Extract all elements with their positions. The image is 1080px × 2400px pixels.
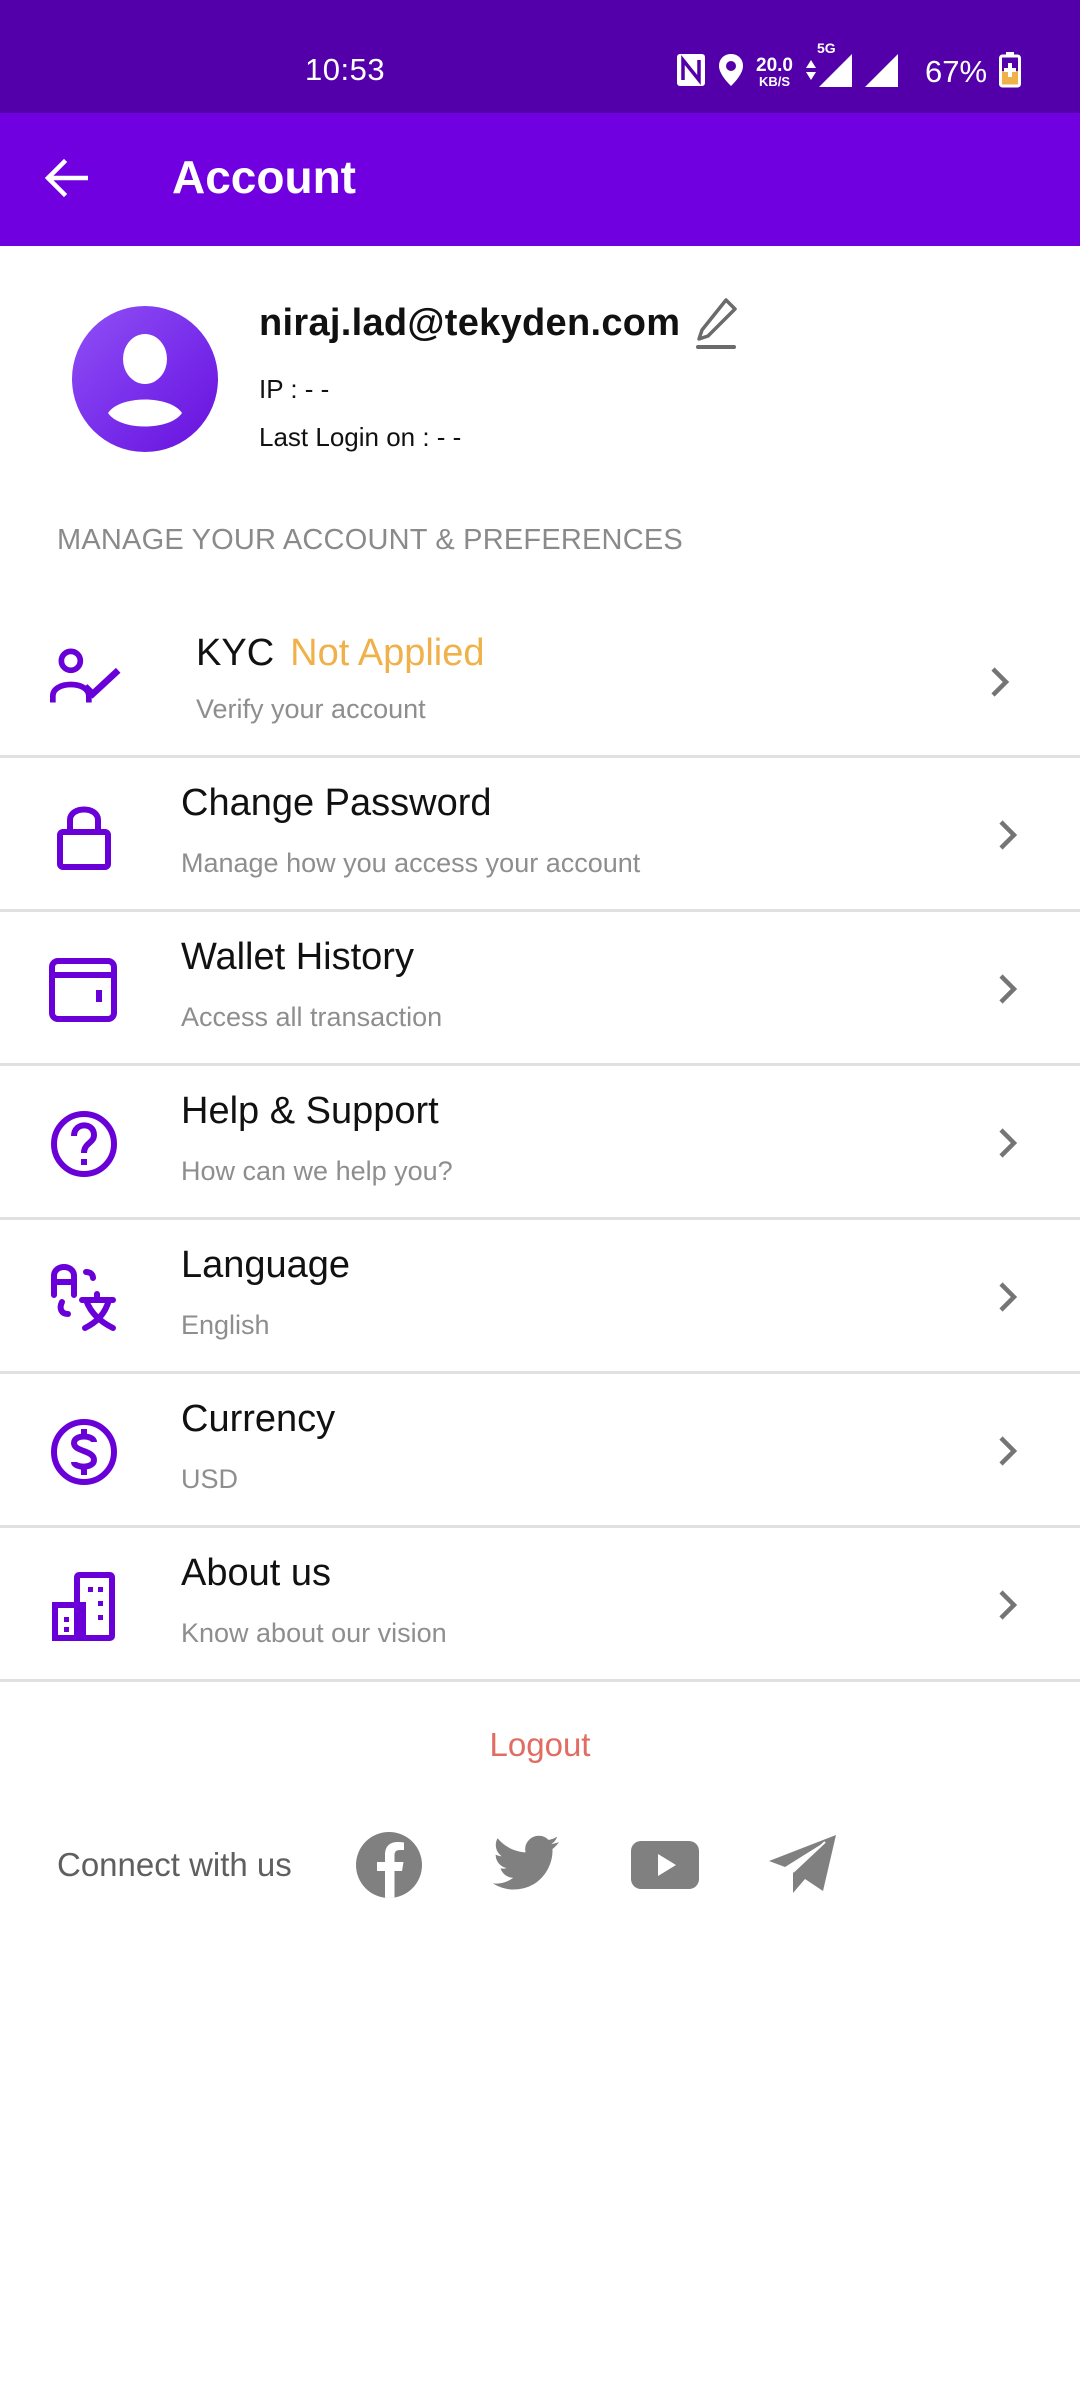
translate-icon xyxy=(48,1262,120,1334)
menu-title: KYC Not Applied xyxy=(196,632,485,675)
lock-icon xyxy=(48,800,120,872)
chevron-right-icon xyxy=(990,1121,1026,1165)
last-login: Last Login on : - - xyxy=(259,422,462,452)
kyc-label: KYC xyxy=(196,632,275,674)
status-icons: 20.0 KB/S 5G 67% xyxy=(676,40,1033,94)
net-speed: 20.0 KB/S xyxy=(756,56,793,88)
facebook-link[interactable] xyxy=(354,1830,424,1900)
chevron-right-icon xyxy=(990,813,1026,857)
twitter-link[interactable] xyxy=(492,1830,562,1900)
telegram-icon xyxy=(768,1835,836,1893)
status-bar: 10:53 20.0 KB/S 5G 67% xyxy=(0,0,1080,113)
logout-row: Logout xyxy=(0,1726,1080,1764)
kyc-status-badge: Not Applied xyxy=(290,632,485,674)
facebook-icon xyxy=(355,1832,422,1898)
menu-title: Currency xyxy=(181,1398,336,1440)
nfc-icon xyxy=(676,53,706,92)
telegram-link[interactable] xyxy=(768,1830,838,1900)
connect-label: Connect with us xyxy=(57,1846,292,1883)
email-row: niraj.lad@tekyden.com xyxy=(259,296,742,350)
menu-item-help-support[interactable]: Help & Support How can we help you? xyxy=(0,1066,1080,1220)
ip-address: IP : - - xyxy=(259,374,330,404)
edit-profile-button[interactable] xyxy=(692,296,742,350)
menu-item-wallet-history[interactable]: Wallet History Access all transaction xyxy=(0,912,1080,1066)
signal-5g-icon: 5G xyxy=(817,40,853,93)
menu-subtitle: English xyxy=(181,1310,270,1340)
help-circle-icon xyxy=(48,1108,120,1180)
twitter-icon xyxy=(492,1835,559,1890)
network-type: 5G xyxy=(816,39,836,56)
chevron-right-icon xyxy=(990,1429,1026,1473)
location-icon xyxy=(718,53,744,92)
menu-item-kyc[interactable]: KYC Not Applied Verify your account xyxy=(0,600,1080,758)
chevron-right-icon xyxy=(990,1583,1026,1627)
youtube-link[interactable] xyxy=(630,1830,700,1900)
menu-title: About us xyxy=(181,1552,331,1594)
menu-subtitle: How can we help you? xyxy=(181,1156,453,1186)
menu-title: Language xyxy=(181,1244,351,1286)
user-check-icon xyxy=(50,640,122,712)
menu-item-change-password[interactable]: Change Password Manage how you access yo… xyxy=(0,758,1080,912)
menu-subtitle: USD xyxy=(181,1464,239,1494)
avatar[interactable] xyxy=(72,306,218,452)
back-button[interactable] xyxy=(36,155,96,205)
connect-with-us: Connect with us xyxy=(57,1830,906,1900)
app-bar: Account xyxy=(0,113,1080,246)
menu-subtitle: Manage how you access your account xyxy=(181,848,641,878)
menu-subtitle: Access all transaction xyxy=(181,1002,443,1032)
dollar-circle-icon xyxy=(48,1416,120,1488)
menu-subtitle: Know about our vision xyxy=(181,1618,447,1648)
logout-button[interactable]: Logout xyxy=(490,1726,591,1763)
chevron-right-icon xyxy=(990,967,1026,1011)
building-icon xyxy=(48,1570,120,1642)
youtube-icon xyxy=(630,1841,699,1889)
chevron-right-icon xyxy=(990,1275,1026,1319)
section-header: MANAGE YOUR ACCOUNT & PREFERENCES xyxy=(57,524,683,556)
net-speed-unit: KB/S xyxy=(758,74,791,89)
chevron-right-icon xyxy=(982,660,1018,704)
menu-item-currency[interactable]: Currency USD xyxy=(0,1374,1080,1528)
battery-charging-icon xyxy=(999,51,1022,93)
menu-title: Change Password xyxy=(181,782,492,824)
user-avatar-icon xyxy=(108,334,182,427)
wallet-icon xyxy=(48,954,120,1026)
data-arrows-icon xyxy=(805,57,817,88)
signal-icon xyxy=(864,52,899,93)
user-email: niraj.lad@tekyden.com xyxy=(259,301,681,344)
page-title: Account xyxy=(172,151,356,203)
menu-item-language[interactable]: Language English xyxy=(0,1220,1080,1374)
net-speed-value: 20.0 xyxy=(756,55,793,76)
arrow-left-icon xyxy=(44,158,89,203)
status-time: 10:53 xyxy=(305,52,386,87)
pencil-icon xyxy=(696,298,738,349)
menu-title: Help & Support xyxy=(181,1090,439,1132)
menu-title: Wallet History xyxy=(181,936,414,978)
profile-section: niraj.lad@tekyden.com IP : - - Last Logi… xyxy=(0,246,1080,506)
battery-percent: 67% xyxy=(924,54,988,89)
account-menu: KYC Not Applied Verify your account Chang… xyxy=(0,600,1080,1682)
menu-item-about-us[interactable]: About us Know about our vision xyxy=(0,1528,1080,1682)
menu-subtitle: Verify your account xyxy=(196,694,426,724)
